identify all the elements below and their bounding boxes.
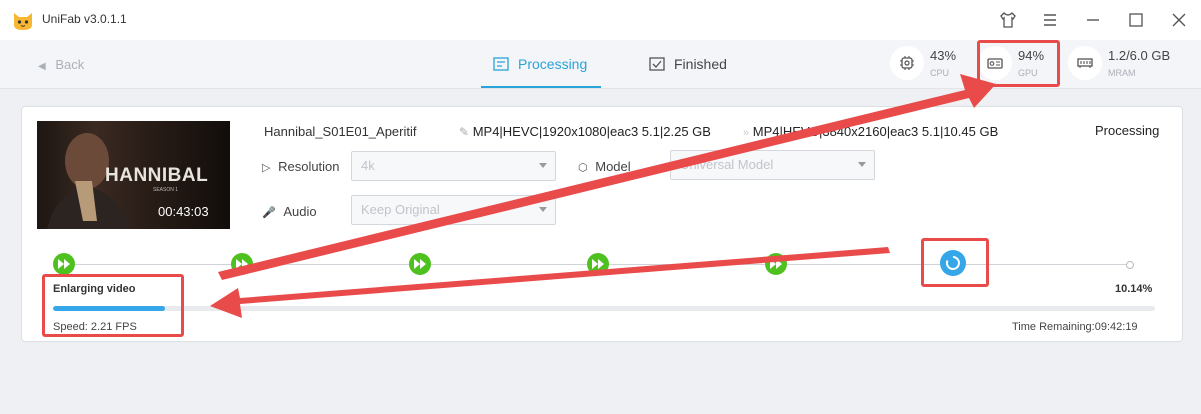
file-name: Hannibal_S01E01_Aperitif [264, 124, 417, 139]
progress-percent: 10.14% [1115, 283, 1153, 295]
mram-label: MRAM [1108, 68, 1136, 78]
task-status: Processing [1095, 123, 1160, 138]
back-button[interactable]: ◀ Back [38, 57, 84, 72]
mram-value: 1.2/6.0 GB [1108, 48, 1171, 63]
back-arrow-icon: ◀ [38, 61, 46, 72]
step-complete-icon [53, 253, 75, 275]
step-pending-icon [1126, 261, 1134, 269]
task-card: HANNIBAL SEASON 1 00:43:03 Hannibal_S01E… [21, 106, 1183, 342]
step-complete-icon [409, 253, 431, 275]
microphone-icon: 🎤 [262, 207, 276, 219]
app-title: UniFab v3.0.1.1 [42, 12, 127, 26]
active-step-highlight-box [921, 238, 989, 287]
checkbox-icon [649, 57, 665, 71]
shirt-icon[interactable] [998, 10, 1018, 30]
thumbnail-subtitle: SEASON 1 [153, 187, 179, 193]
chevron-down-icon [858, 162, 866, 167]
output-info-text: MP4|HEVC|3840x2160|eac3 5.1|10.45 GB [752, 124, 999, 139]
cpu-icon [900, 56, 914, 70]
tab-processing[interactable]: Processing [481, 40, 601, 88]
progress-highlight-box [42, 274, 184, 337]
gpu-highlight-box [977, 40, 1060, 87]
play-circle-icon: ▷ [262, 162, 271, 174]
audio-select[interactable]: Keep Original [351, 195, 556, 225]
output-info: » MP4|HEVC|3840x2160|eac3 5.1|10.45 GB [743, 124, 998, 139]
minimize-icon[interactable] [1083, 10, 1103, 30]
step-complete-icon [587, 253, 609, 275]
chevron-down-icon [539, 207, 547, 212]
step-complete-icon [231, 253, 253, 275]
back-label: Back [55, 57, 85, 72]
step-complete-icon [765, 253, 787, 275]
arrow-right-icon: » [743, 127, 750, 139]
cube-icon: ⬡ [578, 162, 588, 174]
chevron-down-icon [539, 163, 547, 168]
source-info-text: MP4|HEVC|1920x1080|eac3 5.1|2.25 GB [472, 124, 711, 139]
thumbnail-title: HANNIBAL [105, 165, 209, 186]
tab-processing-label: Processing [518, 56, 588, 72]
tab-finished-label: Finished [674, 56, 727, 72]
model-select[interactable]: Universal Model [670, 150, 875, 180]
resolution-value: 4k [361, 158, 375, 173]
cat-face-icon [14, 13, 32, 30]
video-duration: 00:43:03 [158, 204, 209, 219]
audio-value: Keep Original [361, 202, 440, 217]
audio-field-label: 🎤 Audio [262, 204, 317, 219]
edit-icon[interactable]: ✎ [459, 125, 469, 139]
cpu-label: CPU [930, 68, 950, 78]
memory-icon [1077, 58, 1093, 68]
list-icon [493, 57, 509, 71]
model-value: Universal Model [680, 157, 774, 172]
cpu-value: 43% [930, 48, 957, 63]
progress-bar [53, 306, 1155, 311]
menu-icon[interactable] [1040, 10, 1060, 30]
video-thumbnail[interactable]: HANNIBAL SEASON 1 00:43:03 [37, 121, 230, 229]
title-bar: UniFab v3.0.1.1 [0, 0, 1201, 40]
maximize-icon[interactable] [1126, 10, 1146, 30]
resolution-select[interactable]: 4k [351, 151, 556, 181]
resolution-field-label: ▷ Resolution [262, 159, 340, 174]
model-field-label: ⬡ Model [578, 159, 631, 174]
tab-finished[interactable]: Finished [647, 40, 742, 86]
source-info: ✎ MP4|HEVC|1920x1080|eac3 5.1|2.25 GB [459, 124, 711, 139]
close-icon[interactable] [1169, 10, 1189, 30]
time-remaining: Time Remaining:09:42:19 [1012, 321, 1138, 333]
